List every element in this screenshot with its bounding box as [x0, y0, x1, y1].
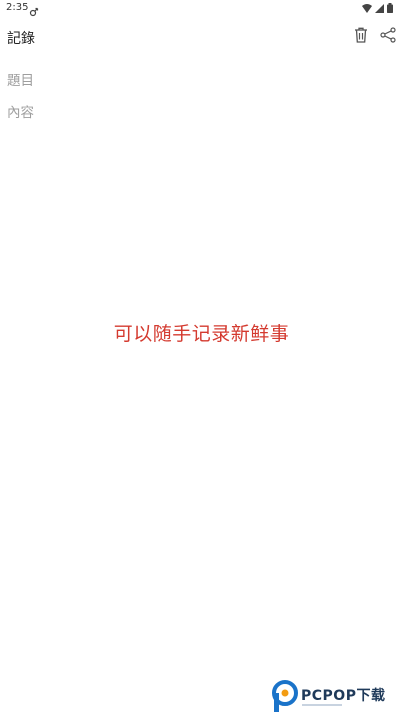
promo-caption: 可以随手记录新鲜事 [113, 323, 290, 345]
share-icon [380, 27, 396, 47]
status-icons [362, 3, 393, 13]
watermark: PCPOP下载 [271, 680, 399, 714]
trash-icon [354, 27, 368, 47]
watermark-brand: PCPOP下载 [301, 688, 386, 704]
content-field[interactable]: 內容 [7, 101, 34, 121]
battery-icon [387, 3, 393, 13]
app-toolbar: 記錄 [0, 20, 403, 54]
content-placeholder: 內容 [7, 105, 34, 121]
status-time: 2:35 [6, 2, 29, 13]
title-field[interactable]: 題目 [7, 69, 34, 89]
share-button[interactable] [377, 26, 399, 48]
watermark-subline [302, 704, 342, 706]
cellular-signal-icon [375, 3, 384, 13]
page-title: 記錄 [7, 31, 35, 47]
title-placeholder: 題目 [7, 73, 34, 89]
wifi-icon [362, 3, 372, 13]
usb-debug-icon [29, 2, 39, 17]
delete-button[interactable] [350, 26, 372, 48]
status-bar: 2:35 [0, 0, 403, 17]
pcpop-logo-icon [271, 680, 299, 714]
